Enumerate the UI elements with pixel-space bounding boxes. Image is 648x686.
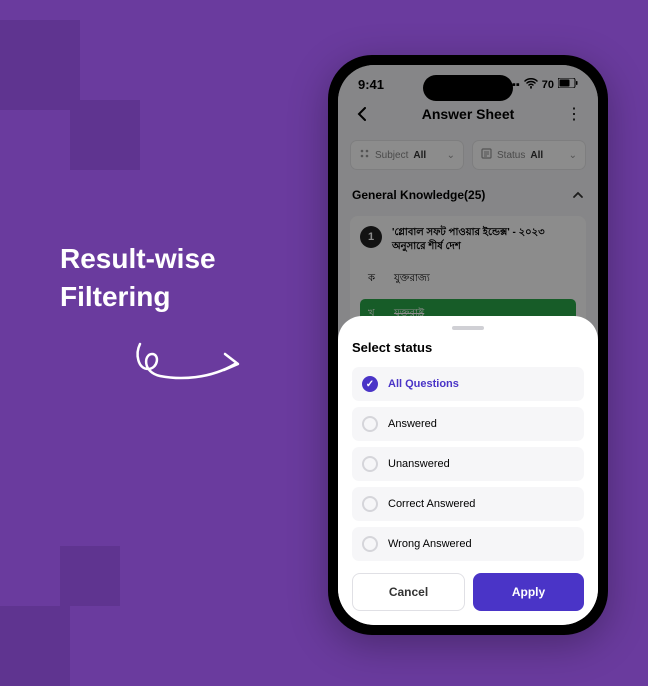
question-number: 1 <box>360 226 382 248</box>
answer-option[interactable]: ক যুক্তরাজ্য <box>360 264 576 295</box>
chevron-up-icon <box>572 188 584 202</box>
battery-icon <box>558 78 578 91</box>
section-header[interactable]: General Knowledge(25) <box>338 178 598 212</box>
back-icon[interactable] <box>352 104 372 124</box>
option-label: All Questions <box>388 378 459 390</box>
status-options-list: All Questions Answered Unanswered Correc… <box>352 367 584 561</box>
option-label: Unanswered <box>388 458 450 470</box>
status-bottom-sheet: Select status All Questions Answered Una… <box>338 316 598 625</box>
header-title: Answer Sheet <box>422 106 515 122</box>
radio-icon <box>362 456 378 472</box>
filter-label: Subject <box>375 150 408 161</box>
radio-checked-icon <box>362 376 378 392</box>
page-title: Result-wise Filtering <box>60 240 216 316</box>
filter-icon <box>359 148 370 162</box>
option-label: Answered <box>388 418 437 430</box>
radio-icon <box>362 536 378 552</box>
chevron-down-icon: ⌄ <box>447 150 455 161</box>
wifi-icon <box>524 78 538 92</box>
option-label: Wrong Answered <box>388 538 472 550</box>
phone-notch <box>423 75 513 101</box>
bg-decoration <box>60 546 120 606</box>
app-header: Answer Sheet ⋮ <box>338 96 598 132</box>
phone-screen: 9:41 ▪▪▪▪ 70 Answer Sheet <box>338 65 598 625</box>
status-option-answered[interactable]: Answered <box>352 407 584 441</box>
apply-button[interactable]: Apply <box>473 573 584 611</box>
radio-icon <box>362 416 378 432</box>
question-text: 'গ্লোবাল সফট পাওয়ার ইন্ডেক্স' - ২০২৩ অন… <box>392 226 576 254</box>
option-label: ক <box>368 271 384 288</box>
filter-icon <box>481 148 492 162</box>
bg-decoration <box>70 100 140 170</box>
option-text: যুক্তরাজ্য <box>394 271 430 288</box>
status-option-all[interactable]: All Questions <box>352 367 584 401</box>
status-option-correct[interactable]: Correct Answered <box>352 487 584 521</box>
status-option-unanswered[interactable]: Unanswered <box>352 447 584 481</box>
filter-row: Subject All ⌄ Status All ⌄ <box>338 132 598 178</box>
status-indicators: ▪▪▪▪ 70 <box>504 78 578 92</box>
status-time: 9:41 <box>358 77 384 92</box>
filter-label: Status <box>497 150 525 161</box>
option-label: Correct Answered <box>388 498 475 510</box>
phone-frame: 9:41 ▪▪▪▪ 70 Answer Sheet <box>328 55 608 635</box>
battery-level: 70 <box>542 79 554 91</box>
section-title: General Knowledge(25) <box>352 188 485 202</box>
bg-decoration <box>0 20 80 110</box>
status-filter[interactable]: Status All ⌄ <box>472 140 586 170</box>
cancel-button[interactable]: Cancel <box>352 573 465 611</box>
arrow-icon <box>130 334 250 404</box>
radio-icon <box>362 496 378 512</box>
sheet-handle[interactable] <box>452 326 484 330</box>
sheet-title: Select status <box>352 340 584 355</box>
bg-decoration <box>0 606 70 686</box>
subject-filter[interactable]: Subject All ⌄ <box>350 140 464 170</box>
more-icon[interactable]: ⋮ <box>564 104 584 124</box>
sheet-buttons: Cancel Apply <box>352 573 584 611</box>
filter-value: All <box>530 150 543 161</box>
chevron-down-icon: ⌄ <box>569 150 577 161</box>
status-option-wrong[interactable]: Wrong Answered <box>352 527 584 561</box>
filter-value: All <box>413 150 426 161</box>
